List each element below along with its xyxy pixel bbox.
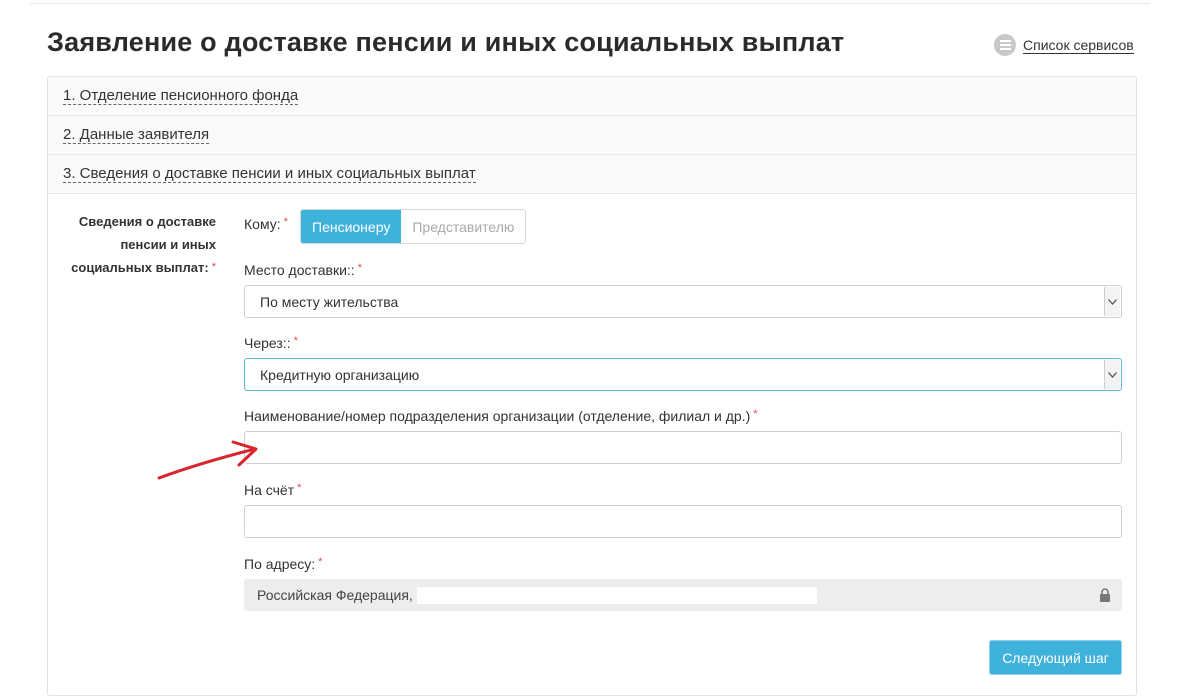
via-value: Кредитную организацию [260, 366, 420, 383]
services-list-label: Список сервисов [1023, 36, 1134, 54]
branch-name-input[interactable] [244, 431, 1122, 464]
recipient-option-representative[interactable]: Представителю [401, 210, 526, 243]
top-divider [30, 3, 1150, 4]
address-value: Российская Федерация, [257, 587, 413, 603]
chevron-down-icon [1104, 360, 1120, 389]
lock-icon [1100, 588, 1110, 602]
next-step-button[interactable]: Следующий шаг [989, 640, 1122, 675]
step-3-label: 3. Сведения о доставке пенсии и иных соц… [63, 165, 476, 183]
step-2[interactable]: 2. Данные заявителя [48, 116, 1136, 155]
arrow-annotation [157, 440, 258, 480]
services-list-link[interactable]: Список сервисов [994, 34, 1134, 56]
page-title: Заявление о доставке пенсии и иных социа… [47, 27, 845, 57]
step-1[interactable]: 1. Отделение пенсионного фонда [48, 77, 1136, 116]
recipient-toggle: Пенсионеру Представителю [300, 209, 527, 244]
address-field: Российская Федерация, [244, 579, 1122, 611]
recipient-option-pensioner[interactable]: Пенсионеру [301, 210, 402, 243]
recipient-label: Кому: * [244, 216, 288, 232]
via-select[interactable]: Кредитную организацию [244, 358, 1122, 391]
address-label: По адресу: * [244, 556, 323, 572]
delivery-place-select[interactable]: По месту жительства [244, 285, 1122, 318]
step-3[interactable]: 3. Сведения о доставке пенсии и иных соц… [48, 155, 1136, 194]
via-label: Через:: * [244, 335, 298, 351]
delivery-place-value: По месту жительства [260, 293, 399, 310]
list-icon [994, 34, 1016, 56]
account-label: На счёт * [244, 482, 302, 498]
branch-name-label: Наименование/номер подразделения организ… [244, 408, 758, 424]
account-input[interactable] [244, 505, 1122, 538]
chevron-down-icon [1104, 287, 1120, 316]
address-redacted [416, 586, 817, 604]
section-label: Сведения о доставке пенсии и иных социал… [71, 214, 216, 275]
step-2-label: 2. Данные заявителя [63, 126, 210, 144]
delivery-place-label: Место доставки:: * [244, 262, 362, 278]
step-1-label: 1. Отделение пенсионного фонда [63, 87, 299, 105]
wizard-panel: 1. Отделение пенсионного фонда 2. Данные… [47, 76, 1137, 696]
